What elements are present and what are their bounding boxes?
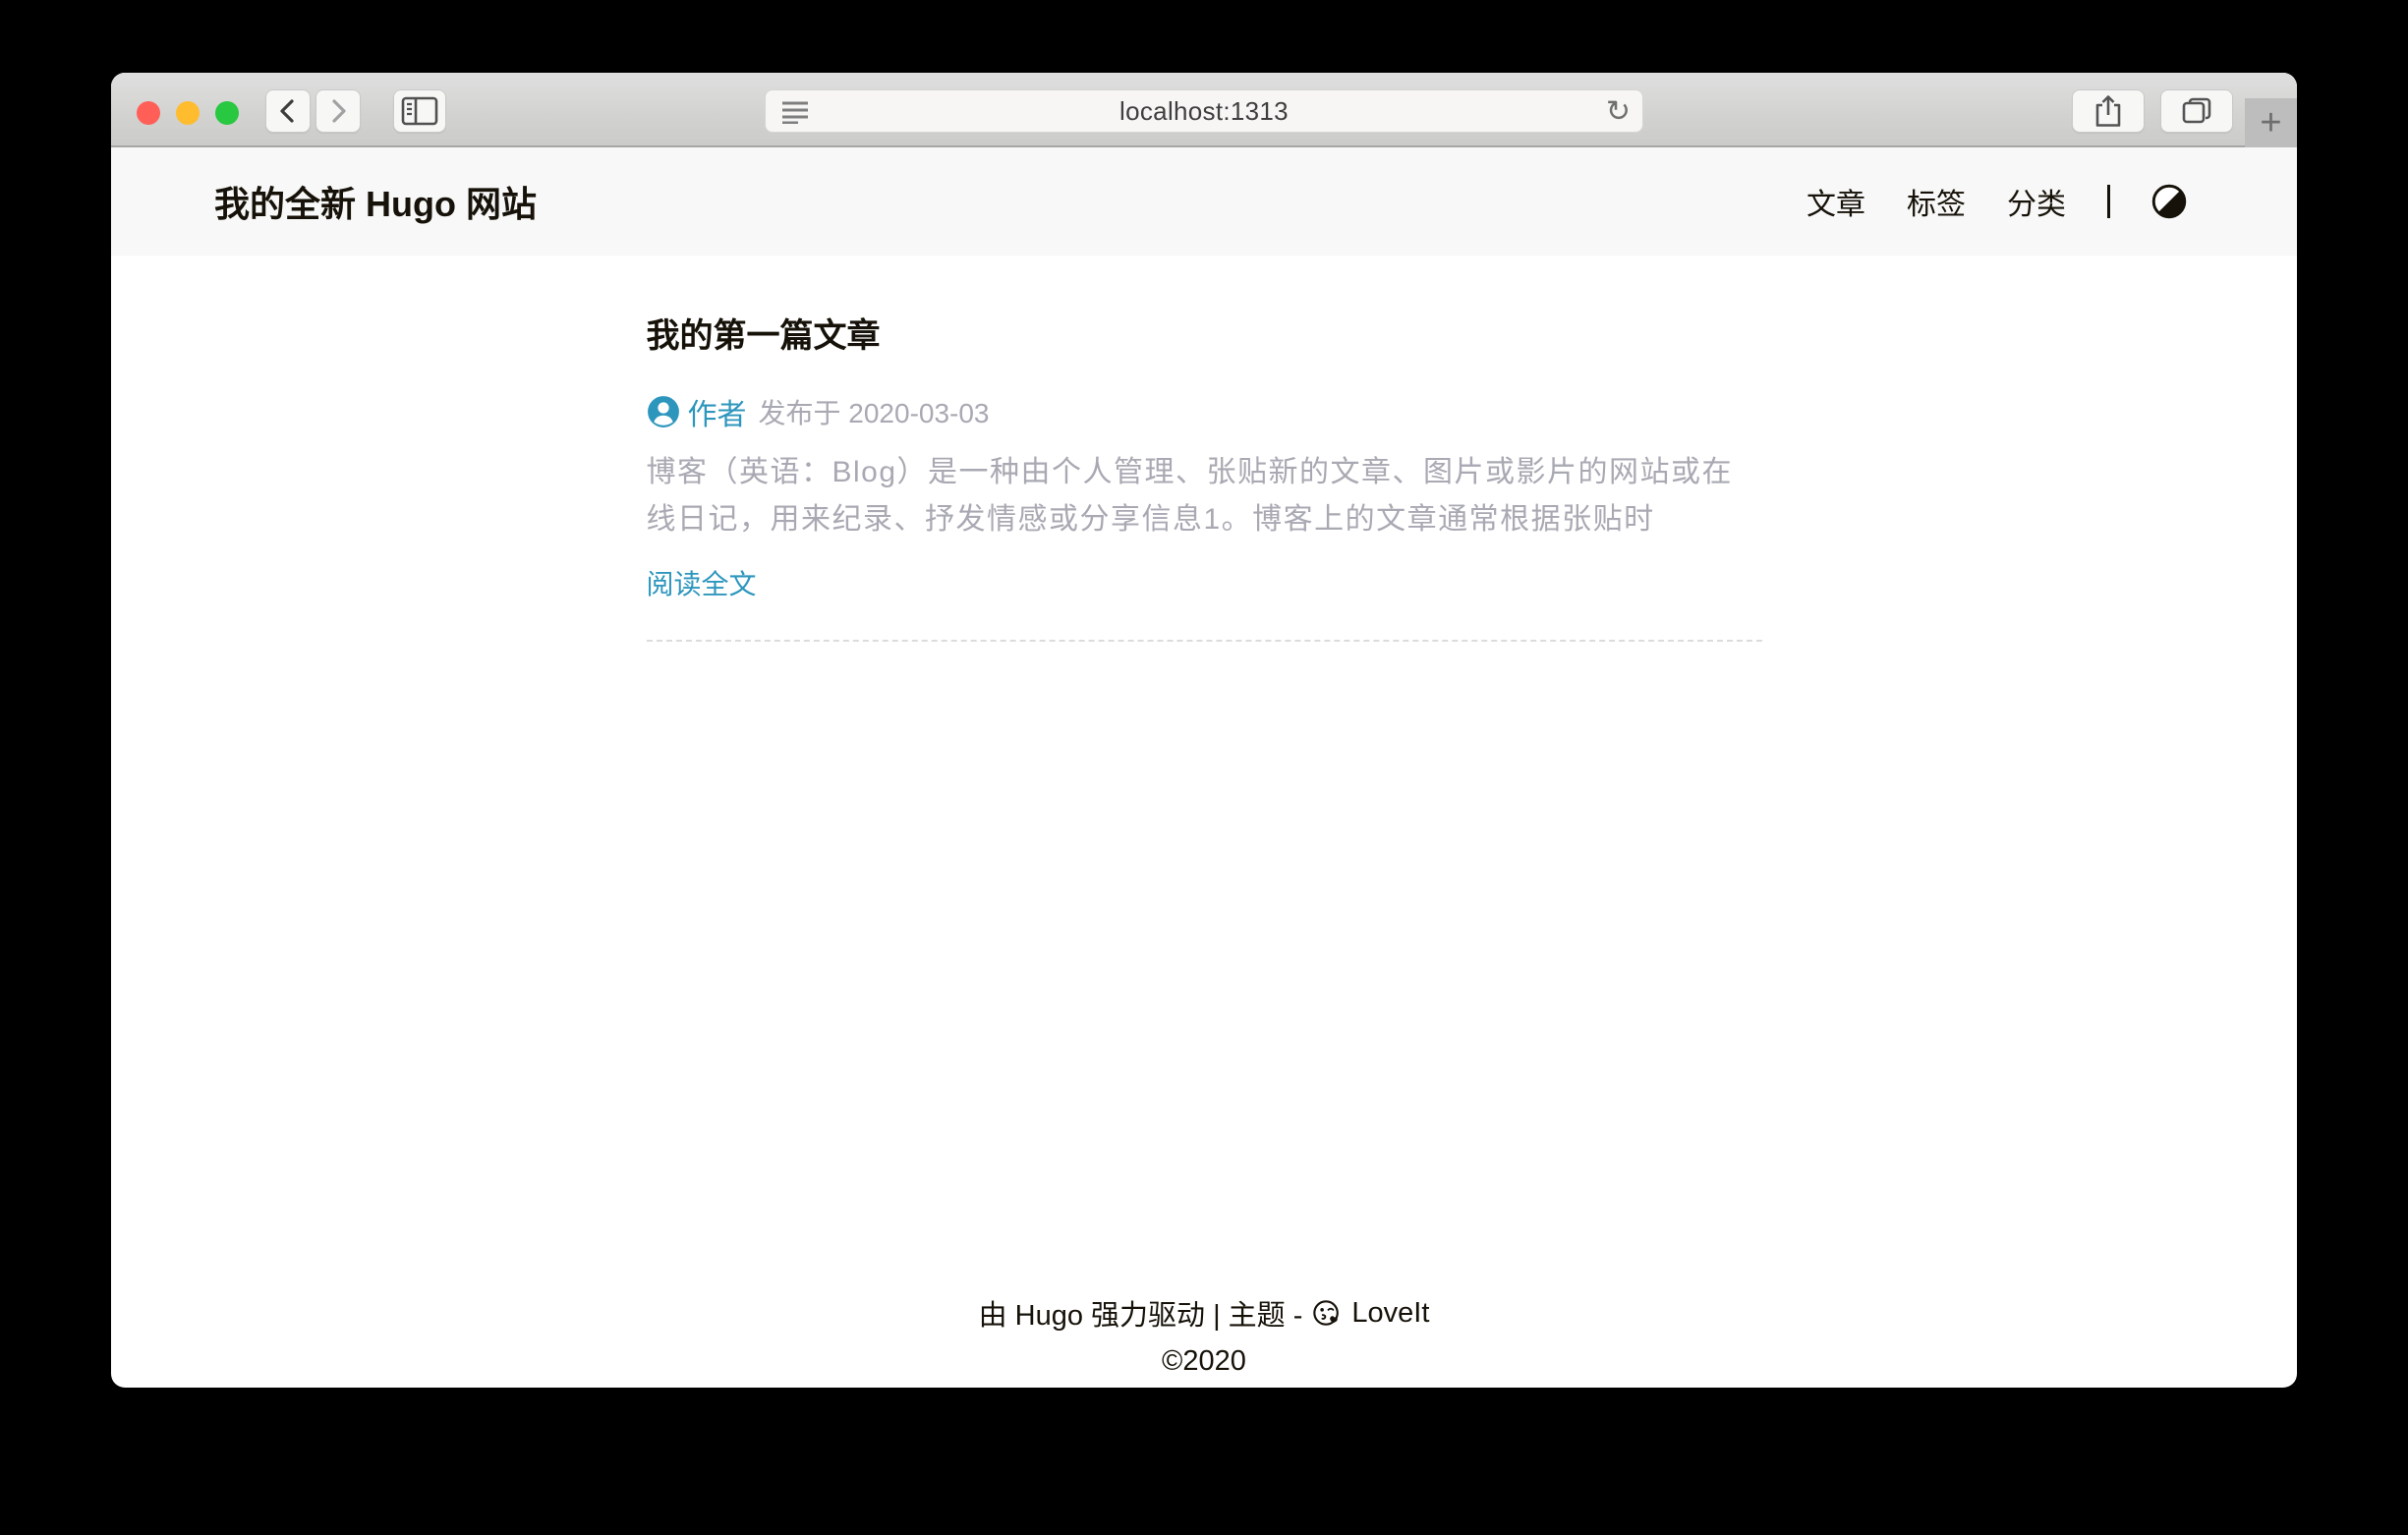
site-header: 我的全新 Hugo 网站 文章 标签 分类 [111,147,2297,256]
footer-powered-text: 由 Hugo 强力驱动 | 主题 - [979,1292,1303,1334]
post-divider [647,640,1762,642]
post-author-link[interactable]: 作者 [688,390,747,433]
read-more-link[interactable]: 阅读全文 [647,563,757,602]
tab-overview-button[interactable] [2160,89,2233,133]
theme-toggle-button[interactable] [2151,184,2187,219]
nav-item-posts[interactable]: 文章 [1806,180,1865,223]
plus-icon: + [2260,104,2281,142]
footer-copyright: ©2020 [111,1345,2297,1378]
reload-icon[interactable]: ↻ [1606,94,1631,129]
zoom-button[interactable] [215,101,239,125]
nav-item-tags[interactable]: 标签 [1907,180,1966,223]
new-tab-button[interactable]: + [2245,98,2297,147]
tabs-icon [2181,97,2212,125]
browser-toolbar: localhost:1313 ↻ [111,73,2297,147]
post-title[interactable]: 我的第一篇文章 [647,309,1762,357]
nav-item-categories[interactable]: 分类 [2007,180,2066,223]
nav-divider [2107,185,2110,218]
site-nav: 文章 标签 分类 [1806,180,2187,223]
browser-window: localhost:1313 ↻ [111,73,2297,1388]
window-controls [137,101,239,125]
footer-theme-link[interactable]: LoveIt [1351,1297,1429,1330]
minimize-button[interactable] [176,101,200,125]
back-button[interactable] [265,89,311,133]
post-summary-card: 我的第一篇文章 作者 发布于 2020-03-03 博客（英语：Blog）是一种… [647,309,1762,642]
forward-button[interactable] [315,89,361,133]
author-avatar-icon [647,395,680,428]
site-footer: 由 Hugo 强力驱动 | 主题 - LoveIt ©2020 [111,1292,2297,1378]
address-bar[interactable]: localhost:1313 ↻ [765,89,1643,133]
site-title[interactable]: 我的全新 Hugo 网站 [214,176,537,227]
loveit-theme-icon [1312,1298,1342,1328]
close-button[interactable] [137,101,160,125]
post-summary-text: 博客（英语：Blog）是一种由个人管理、张贴新的文章、图片或影片的网站或在线日记… [647,449,1762,543]
url-text[interactable]: localhost:1313 [766,90,1642,132]
share-icon [2094,94,2122,128]
share-button[interactable] [2072,89,2145,133]
post-publish-date: 发布于 2020-03-03 [759,392,990,431]
chevron-right-icon [324,96,352,126]
sidebar-icon [401,95,438,127]
main-content: 我的第一篇文章 作者 发布于 2020-03-03 博客（英语：Blog）是一种… [111,309,2297,642]
desktop-background: localhost:1313 ↻ [0,0,2408,1535]
footer-powered-line: 由 Hugo 强力驱动 | 主题 - LoveIt [111,1292,2297,1334]
chevron-left-icon [274,96,302,126]
post-meta: 作者 发布于 2020-03-03 [647,390,1762,433]
theme-contrast-icon [2151,184,2187,219]
sidebar-toggle-button[interactable] [393,89,446,133]
